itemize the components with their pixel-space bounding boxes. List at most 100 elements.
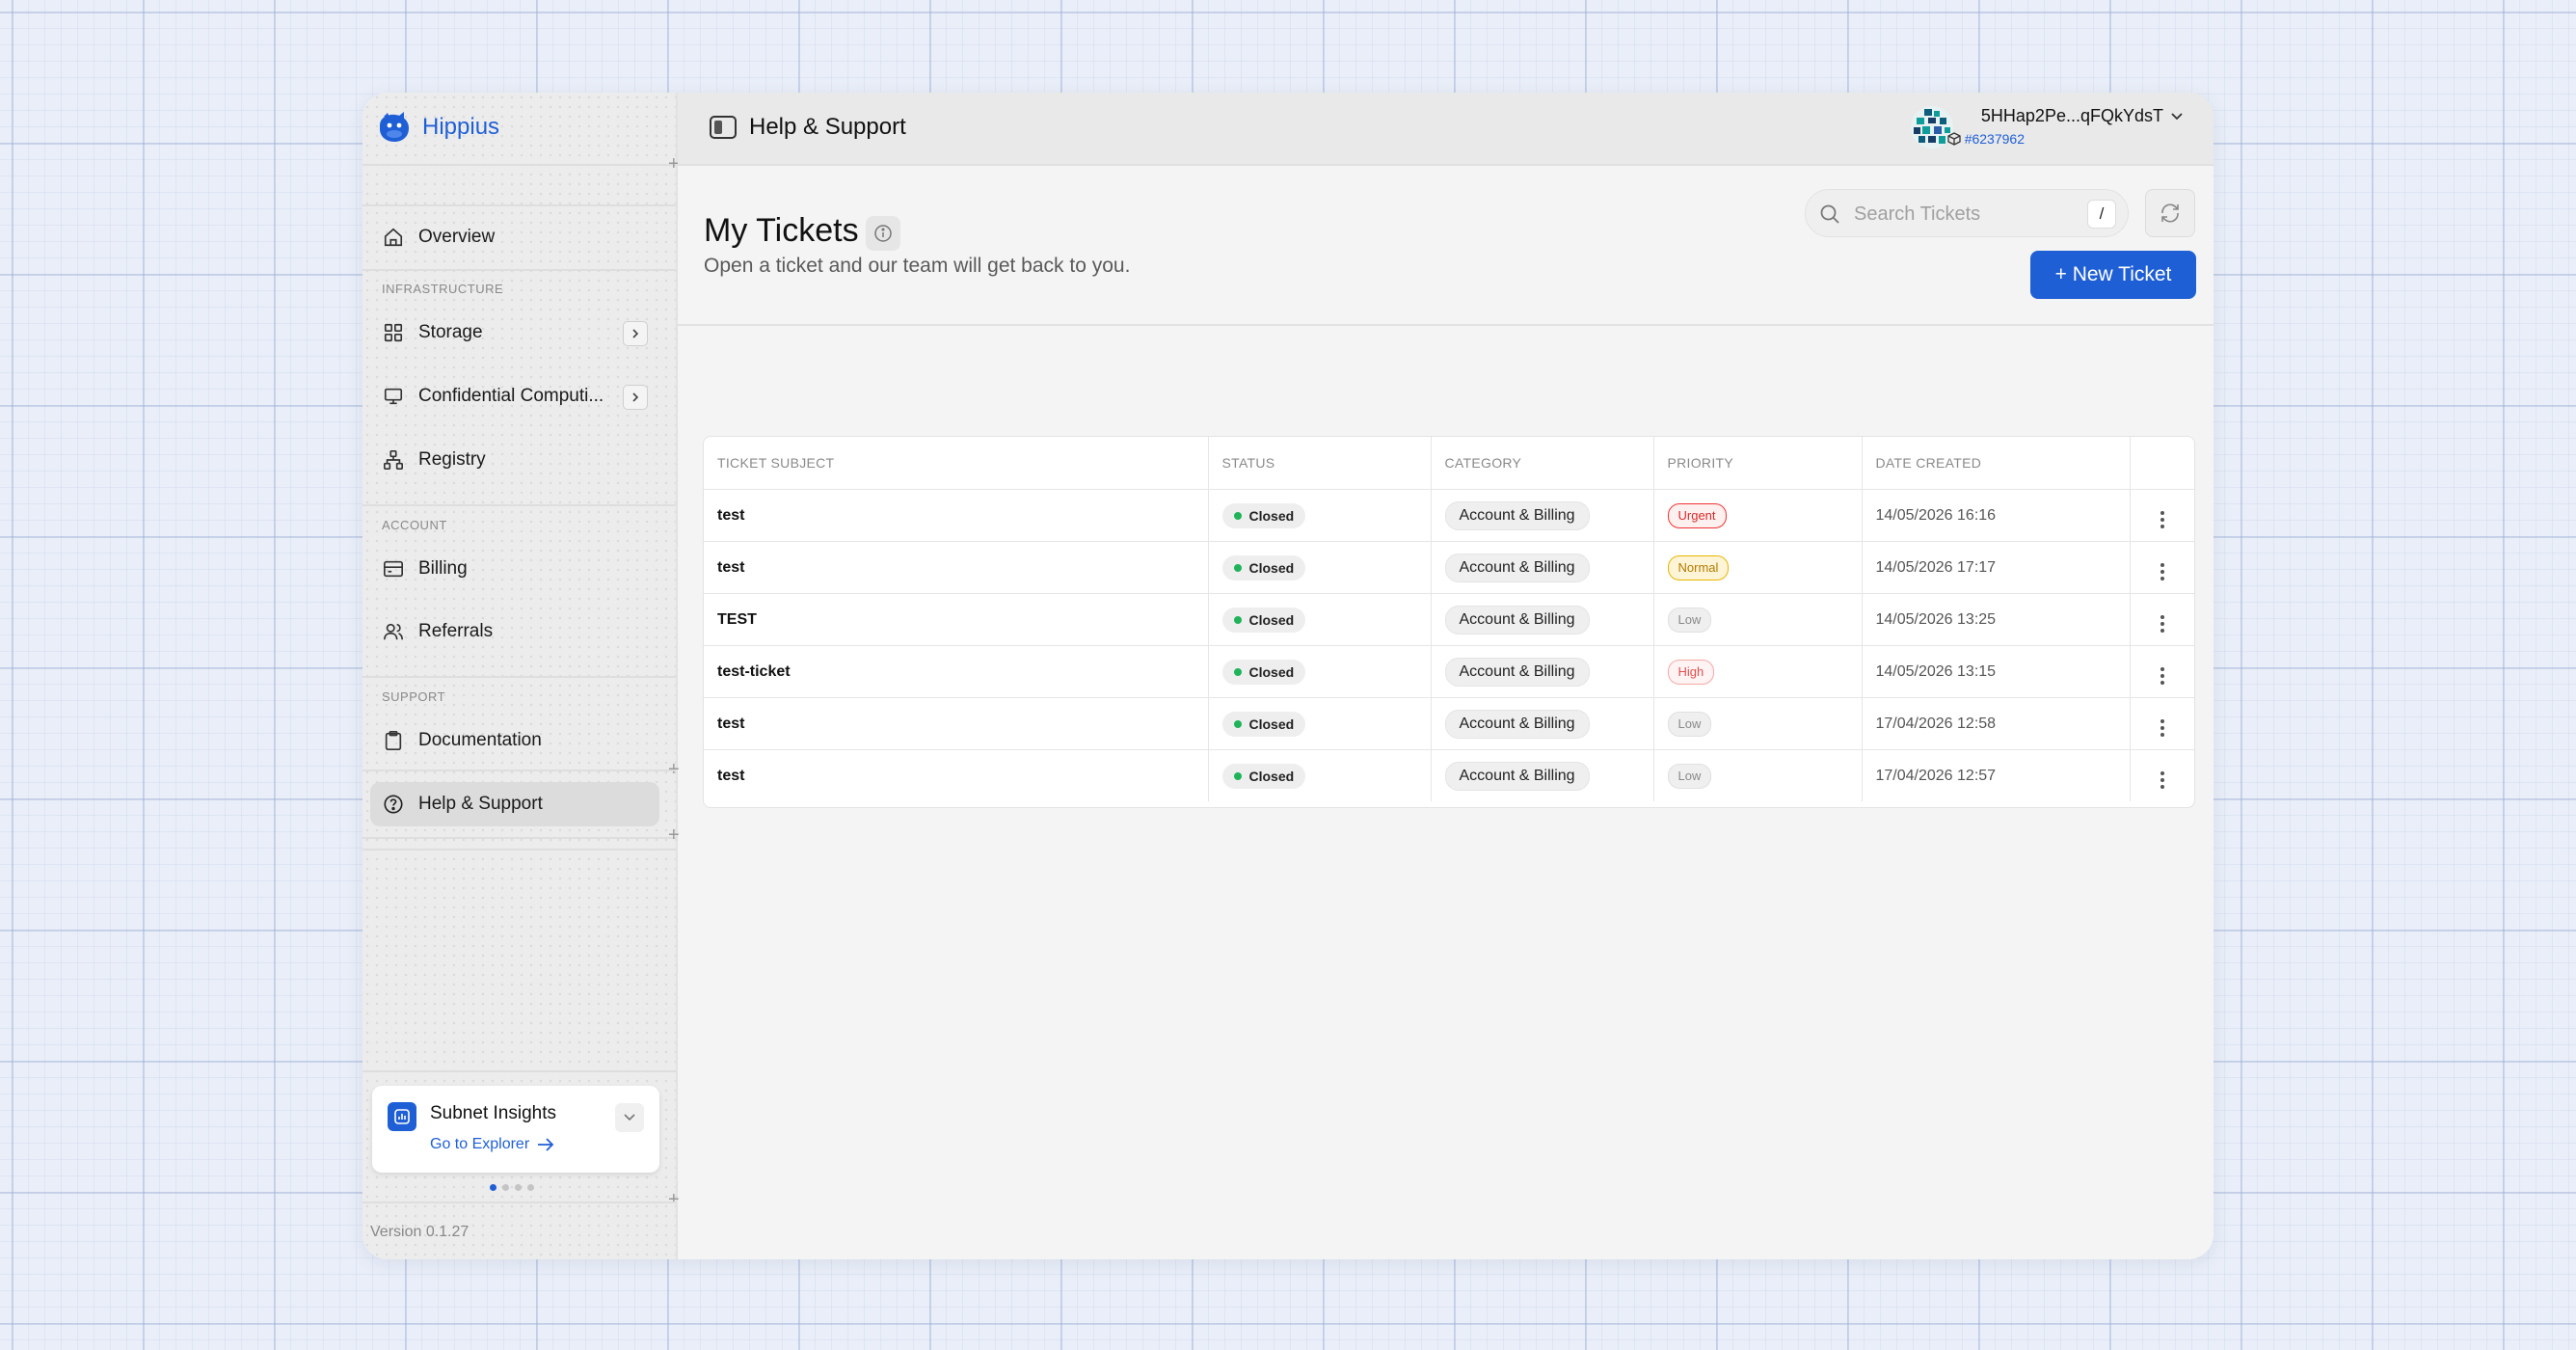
sidebar-item-storage[interactable]: Storage — [370, 310, 659, 355]
priority-badge: Low — [1667, 763, 1712, 789]
search-shortcut-key: / — [2087, 200, 2116, 229]
sidebar-item-billing[interactable]: Billing — [370, 547, 659, 591]
section-label-support: SUPPORT — [382, 689, 446, 704]
status-badge: Closed — [1221, 502, 1306, 528]
hippius-logo-icon[interactable] — [376, 112, 413, 145]
section-label-infrastructure: INFRASTRUCTURE — [382, 282, 504, 296]
account-selector[interactable]: 5HHap2Pe...qFQkYdsT — [1981, 106, 2183, 126]
row-actions-cell — [2130, 750, 2194, 802]
ticket-subject[interactable]: TEST — [704, 593, 1209, 646]
account-id: #6237962 — [1947, 131, 2025, 147]
category-cell: Account & Billing — [1431, 749, 1654, 801]
table-row[interactable]: test Closed Account & Billing Low 17/04/2026… — [704, 697, 2194, 750]
sidebar-header: Hippius — [362, 93, 676, 164]
category-cell: Account & Billing — [1431, 697, 1654, 750]
network-icon — [382, 448, 405, 472]
refresh-button[interactable] — [2145, 189, 2195, 237]
status-cell: Closed — [1208, 593, 1432, 646]
more-vertical-icon[interactable] — [2160, 615, 2164, 633]
sidebar-item-label: Confidential Computi... — [418, 386, 604, 406]
sidebar-toggle-icon[interactable] — [710, 116, 737, 139]
priority-cell: Normal — [1653, 541, 1863, 594]
divider — [362, 269, 676, 271]
sidebar-item-confidential-computing[interactable]: Confidential Computi... — [370, 374, 659, 418]
column-header[interactable]: DATE CREATED — [1862, 437, 2131, 490]
ticket-subject[interactable]: test — [704, 697, 1209, 750]
divider — [678, 324, 2214, 326]
column-header-actions — [2130, 437, 2194, 490]
go-to-explorer-link[interactable]: Go to Explorer — [430, 1136, 554, 1153]
column-header[interactable]: TICKET SUBJECT — [704, 437, 1209, 490]
priority-cell: Urgent — [1653, 489, 1863, 542]
more-vertical-icon[interactable] — [2160, 511, 2164, 528]
status-label: Closed — [1248, 559, 1295, 576]
status-cell: Closed — [1208, 541, 1432, 594]
ticket-subject[interactable]: test — [704, 749, 1209, 801]
status-label: Closed — [1248, 768, 1295, 784]
category-badge: Account & Billing — [1444, 709, 1590, 739]
table-row[interactable]: test-ticket Closed Account & Billing High 14… — [704, 645, 2194, 698]
priority-badge: Urgent — [1667, 502, 1727, 528]
brand-name[interactable]: Hippius — [422, 114, 499, 141]
chart-icon — [388, 1102, 416, 1131]
status-cell: Closed — [1208, 697, 1432, 750]
status-label: Closed — [1248, 507, 1295, 524]
more-vertical-icon[interactable] — [2160, 719, 2164, 737]
account-name: 5HHap2Pe...qFQkYdsT — [1980, 106, 2163, 125]
subnet-insights-title: Subnet Insights — [430, 1103, 556, 1123]
collapse-chevron-icon[interactable] — [615, 1103, 644, 1132]
carousel-dot[interactable] — [515, 1184, 522, 1191]
table-row[interactable]: TEST Closed Account & Billing Low 14/05/2026… — [704, 593, 2194, 646]
carousel-dot[interactable] — [502, 1184, 509, 1191]
info-icon[interactable] — [866, 216, 900, 251]
status-label: Closed — [1248, 716, 1295, 732]
status-dot-icon — [1233, 615, 1242, 624]
divider — [362, 1202, 676, 1203]
sidebar-item-referrals[interactable]: Referrals — [370, 609, 659, 654]
more-vertical-icon[interactable] — [2160, 771, 2164, 789]
table-row[interactable]: test Closed Account & Billing Normal 14/05/2… — [704, 541, 2194, 594]
ticket-subject[interactable]: test-ticket — [704, 645, 1209, 698]
carousel-dots[interactable] — [490, 1184, 534, 1191]
more-vertical-icon[interactable] — [2160, 667, 2164, 685]
row-actions-cell — [2130, 593, 2194, 646]
search-input[interactable] — [1852, 200, 2078, 229]
chevron-right-icon[interactable] — [623, 321, 648, 346]
more-vertical-icon[interactable] — [2160, 563, 2164, 580]
status-badge: Closed — [1221, 711, 1306, 737]
status-badge: Closed — [1221, 659, 1306, 685]
subnet-insights-card[interactable]: Subnet Insights Go to Explorer — [372, 1086, 659, 1173]
table-row[interactable]: test Closed Account & Billing Urgent 14/05/2… — [704, 489, 2194, 542]
column-header[interactable]: STATUS — [1208, 437, 1432, 490]
credit-card-icon — [382, 557, 405, 580]
row-actions-cell — [2130, 697, 2194, 750]
sidebar-item-documentation[interactable]: Documentation — [370, 718, 659, 763]
page-header-title: Help & Support — [749, 114, 906, 140]
status-cell: Closed — [1208, 489, 1432, 542]
search-box[interactable]: / — [1805, 189, 2129, 237]
tickets-table: TICKET SUBJECT STATUS CATEGORY PRIORITY DATE… — [703, 436, 2195, 808]
carousel-dot[interactable] — [527, 1184, 534, 1191]
ticket-subject[interactable]: test — [704, 489, 1209, 542]
carousel-dot[interactable] — [490, 1184, 496, 1191]
priority-badge: Normal — [1667, 554, 1730, 580]
new-ticket-button[interactable]: + New Ticket — [2030, 251, 2196, 299]
divider — [362, 164, 676, 166]
row-actions-cell — [2130, 645, 2194, 698]
column-header[interactable]: PRIORITY — [1653, 437, 1863, 490]
table-row[interactable]: test Closed Account & Billing Low 17/04/2026… — [704, 749, 2194, 802]
category-badge: Account & Billing — [1444, 553, 1590, 582]
divider — [362, 849, 676, 850]
priority-badge: Low — [1667, 711, 1712, 737]
sidebar-item-help-support[interactable]: Help & Support — [370, 782, 659, 826]
column-header[interactable]: CATEGORY — [1431, 437, 1654, 490]
ticket-subject[interactable]: test — [704, 541, 1209, 594]
monitor-icon — [382, 385, 405, 408]
category-badge: Account & Billing — [1444, 500, 1590, 530]
chevron-right-icon[interactable] — [623, 385, 648, 410]
sidebar-item-overview[interactable]: Overview — [370, 215, 659, 259]
grid-icon — [382, 321, 405, 344]
sidebar-item-registry[interactable]: Registry — [370, 438, 659, 482]
section-label-account: ACCOUNT — [382, 518, 447, 532]
cube-icon — [1947, 132, 1961, 146]
